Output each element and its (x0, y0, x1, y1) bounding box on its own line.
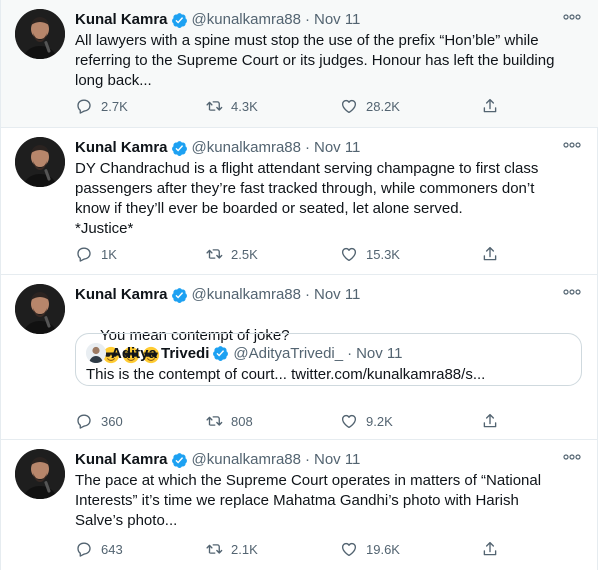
retweet-button[interactable]: 2.5K (205, 244, 258, 264)
share-button[interactable] (481, 411, 507, 431)
like-icon (340, 97, 358, 115)
tweet-header: Kunal Kamra @kunalkamra88 · Nov 11 (75, 138, 360, 158)
share-icon (481, 412, 499, 430)
tweet-text: The pace at which the Supreme Court oper… (75, 472, 542, 529)
like-count: 9.2K (366, 413, 393, 429)
tweet-actions: 1K 2.5K 15.3K (75, 244, 505, 264)
reply-icon (75, 245, 93, 263)
share-button[interactable] (481, 96, 507, 116)
quoted-tweet-header: Aditya Trivedi @AdityaTrivedi_ · Nov 11 (111, 343, 403, 363)
retweet-count: 2.1K (231, 541, 258, 557)
avatar[interactable] (15, 449, 65, 499)
quoted-tweet-text: This is the contempt of court... twitter… (86, 366, 486, 383)
avatar[interactable] (15, 284, 65, 334)
like-icon (340, 245, 358, 263)
author-handle[interactable]: @kunalkamra88 (192, 10, 301, 30)
quoted-author-handle[interactable]: @AdityaTrivedi_ (233, 345, 343, 362)
retweet-icon (205, 540, 223, 558)
more-icon[interactable] (563, 12, 581, 22)
tweet-actions: 2.7K 4.3K 28.2K (75, 96, 505, 116)
like-count: 15.3K (366, 246, 400, 262)
tweet-card[interactable]: Kunal Kamra @kunalkamra88 · Nov 11 The p… (1, 440, 598, 570)
verified-badge-icon (171, 287, 188, 304)
tweet-header: Kunal Kamra @kunalkamra88 · Nov 11 (75, 285, 360, 305)
reply-icon (75, 412, 93, 430)
retweet-icon (205, 412, 223, 430)
retweet-button[interactable]: 808 (205, 411, 253, 431)
tweet-actions: 360 808 9.2K (75, 411, 505, 431)
separator-dot: · (304, 451, 310, 468)
share-icon (481, 540, 499, 558)
more-icon[interactable] (563, 140, 581, 150)
like-icon (340, 540, 358, 558)
tweet-card[interactable]: Kunal Kamra @kunalkamra88 · Nov 11 DY Ch… (1, 128, 598, 275)
like-button[interactable]: 15.3K (340, 244, 400, 264)
avatar[interactable] (86, 343, 106, 363)
separator-dot: · (304, 11, 310, 28)
avatar[interactable] (15, 9, 65, 59)
author-name[interactable]: Kunal Kamra (75, 450, 168, 470)
author-handle[interactable]: @kunalkamra88 (192, 138, 301, 158)
like-count: 19.6K (366, 541, 400, 557)
author-name[interactable]: Kunal Kamra (75, 10, 168, 30)
separator-dot: · (304, 139, 310, 156)
like-icon (340, 412, 358, 430)
more-icon[interactable] (563, 452, 581, 462)
verified-badge-icon (171, 12, 188, 29)
retweet-icon (205, 245, 223, 263)
share-button[interactable] (481, 244, 507, 264)
tweet-text: DY Chandrachud is a flight attendant ser… (75, 160, 539, 237)
tweet-header: Kunal Kamra @kunalkamra88 · Nov 11 (75, 450, 360, 470)
separator-dot: · (304, 286, 310, 303)
like-button[interactable]: 9.2K (340, 411, 393, 431)
tweet-text: All lawyers with a spine must stop the u… (75, 32, 555, 89)
reply-icon (75, 97, 93, 115)
reply-count: 1K (101, 246, 117, 262)
tweet-card[interactable]: Kunal Kamra @kunalkamra88 · Nov 11 You m… (1, 275, 598, 440)
retweet-icon (205, 97, 223, 115)
separator-dot: · (347, 344, 353, 362)
like-button[interactable]: 19.6K (340, 539, 400, 559)
author-name[interactable]: Kunal Kamra (75, 138, 168, 158)
author-handle[interactable]: @kunalkamra88 (192, 285, 301, 305)
reply-button[interactable]: 643 (75, 539, 123, 559)
reply-button[interactable]: 360 (75, 411, 123, 431)
tweet-card[interactable]: Kunal Kamra @kunalkamra88 · Nov 11 All l… (1, 0, 598, 128)
quoted-author-name[interactable]: Aditya Trivedi (111, 345, 209, 362)
tweet-header: Kunal Kamra @kunalkamra88 · Nov 11 (75, 10, 360, 30)
share-icon (481, 97, 499, 115)
like-count: 28.2K (366, 98, 400, 114)
reply-button[interactable]: 2.7K (75, 96, 128, 116)
verified-badge-icon (171, 452, 188, 469)
reply-count: 2.7K (101, 98, 128, 114)
retweet-count: 808 (231, 413, 253, 429)
share-button[interactable] (481, 539, 507, 559)
share-icon (481, 245, 499, 263)
reply-icon (75, 540, 93, 558)
avatar[interactable] (15, 137, 65, 187)
author-name[interactable]: Kunal Kamra (75, 285, 168, 305)
retweet-button[interactable]: 2.1K (205, 539, 258, 559)
verified-badge-icon (171, 140, 188, 157)
like-button[interactable]: 28.2K (340, 96, 400, 116)
verified-badge-icon (212, 345, 229, 362)
reply-count: 360 (101, 413, 123, 429)
reply-count: 643 (101, 541, 123, 557)
timeline: Kunal Kamra @kunalkamra88 · Nov 11 All l… (0, 0, 598, 570)
tweet-date[interactable]: Nov 11 (314, 285, 360, 305)
retweet-count: 4.3K (231, 98, 258, 114)
quoted-tweet[interactable]: Aditya Trivedi @AdityaTrivedi_ · Nov 11 … (75, 333, 582, 386)
author-handle[interactable]: @kunalkamra88 (192, 450, 301, 470)
reply-button[interactable]: 1K (75, 244, 117, 264)
more-icon[interactable] (563, 287, 581, 297)
retweet-button[interactable]: 4.3K (205, 96, 258, 116)
tweet-actions: 643 2.1K 19.6K (75, 539, 505, 559)
tweet-date[interactable]: Nov 11 (314, 138, 360, 158)
tweet-date[interactable]: Nov 11 (314, 450, 360, 470)
quoted-tweet-date[interactable]: Nov 11 (356, 345, 402, 362)
tweet-date[interactable]: Nov 11 (314, 10, 360, 30)
retweet-count: 2.5K (231, 246, 258, 262)
